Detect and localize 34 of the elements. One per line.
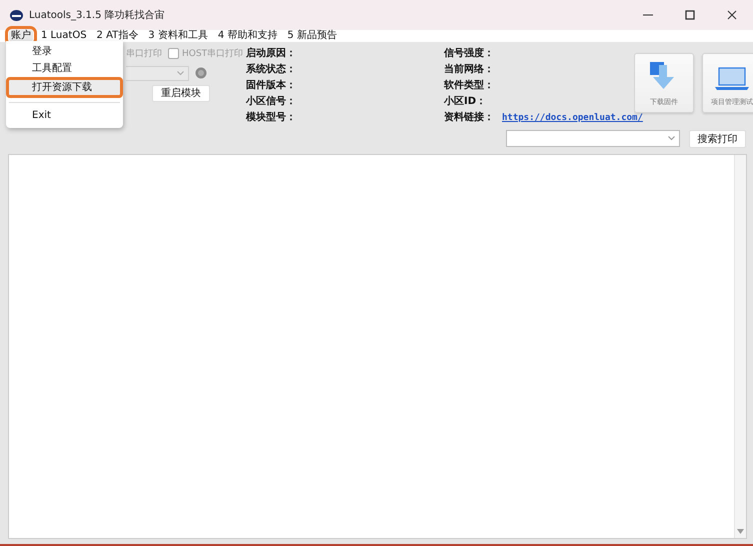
option-label: 串口打印 bbox=[126, 48, 162, 60]
menu-item[interactable]: 登录 bbox=[6, 43, 123, 60]
info-label: 小区信号： bbox=[246, 94, 296, 109]
chevron-down-icon bbox=[668, 136, 675, 141]
info-label: 资料链接： bbox=[444, 110, 494, 125]
restart-button[interactable]: 重启模块 bbox=[152, 84, 210, 102]
scrollbar[interactable] bbox=[734, 155, 746, 538]
menu-item[interactable]: 2 AT指令 bbox=[94, 30, 140, 42]
menu-item[interactable]: 1 LuatOS bbox=[39, 30, 89, 42]
info-label: 固件版本： bbox=[246, 78, 296, 93]
info-label: 模块型号： bbox=[246, 110, 296, 125]
menu-item[interactable]: 3 资料和工具 bbox=[146, 30, 210, 42]
info-label: 系统状态： bbox=[246, 62, 296, 77]
menu-item[interactable]: 打开资源下载 bbox=[6, 77, 123, 98]
info-label: 小区ID： bbox=[444, 94, 486, 109]
info-label: 当前网络： bbox=[444, 62, 494, 77]
window-title: Luatools_3.1.5 降功耗找合宙 bbox=[29, 8, 165, 22]
search-print-button[interactable]: 搜索打印 bbox=[689, 130, 746, 148]
chevron-down-icon bbox=[177, 70, 184, 76]
menu-item[interactable]: 工具配置 bbox=[6, 60, 123, 77]
info-label: 启动原因： bbox=[246, 46, 296, 61]
laptop-icon bbox=[715, 67, 749, 91]
port-dropdown[interactable] bbox=[126, 66, 189, 80]
scroll-down-icon[interactable] bbox=[737, 529, 744, 534]
menu-item[interactable]: 4 帮助和支持 bbox=[216, 30, 280, 42]
menu-item[interactable]: Exit bbox=[6, 107, 123, 124]
docs-link[interactable]: https://docs.openluat.com/ bbox=[502, 110, 643, 126]
info-label: 软件类型： bbox=[444, 78, 494, 93]
app-logo-icon bbox=[10, 10, 23, 20]
info-label: 信号强度： bbox=[444, 46, 494, 61]
search-dropdown[interactable] bbox=[506, 130, 680, 147]
checkbox-label: HOST串口打印 bbox=[182, 48, 244, 60]
menu-item[interactable]: 5 新品预告 bbox=[285, 30, 339, 42]
checkbox[interactable] bbox=[168, 48, 179, 58]
